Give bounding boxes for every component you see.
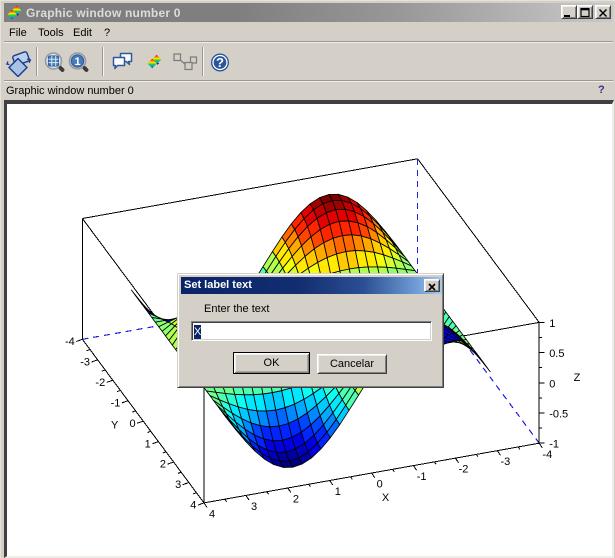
svg-text:-4: -4 <box>65 336 75 348</box>
svg-text:0: 0 <box>377 479 383 491</box>
svg-text:-1: -1 <box>111 397 121 409</box>
svg-text:Z: Z <box>574 372 581 384</box>
svg-text:3: 3 <box>175 479 181 491</box>
svg-text:1: 1 <box>145 438 151 450</box>
svg-text:4: 4 <box>209 509 215 521</box>
svg-text:-2: -2 <box>95 377 105 389</box>
svg-text:2: 2 <box>293 494 299 506</box>
svg-text:4: 4 <box>190 500 196 512</box>
svg-text:-3: -3 <box>80 357 90 369</box>
svg-text:?: ? <box>216 55 224 70</box>
svg-text:-1: -1 <box>417 471 427 483</box>
svg-text:1: 1 <box>335 486 341 498</box>
svg-text:X: X <box>382 492 390 504</box>
svg-text:0: 0 <box>129 418 135 430</box>
svg-text:2: 2 <box>160 459 166 471</box>
svg-text:0.5: 0.5 <box>549 348 564 360</box>
svg-text:3: 3 <box>251 501 257 513</box>
svg-text:-1: -1 <box>549 439 559 451</box>
svg-text:-3: -3 <box>501 456 511 468</box>
svg-text:-2: -2 <box>459 464 469 476</box>
svg-text:0: 0 <box>549 378 555 390</box>
svg-text:1: 1 <box>74 56 80 68</box>
svg-text:Y: Y <box>111 420 119 432</box>
svg-text:-0.5: -0.5 <box>549 409 568 421</box>
svg-text:1: 1 <box>549 318 555 330</box>
